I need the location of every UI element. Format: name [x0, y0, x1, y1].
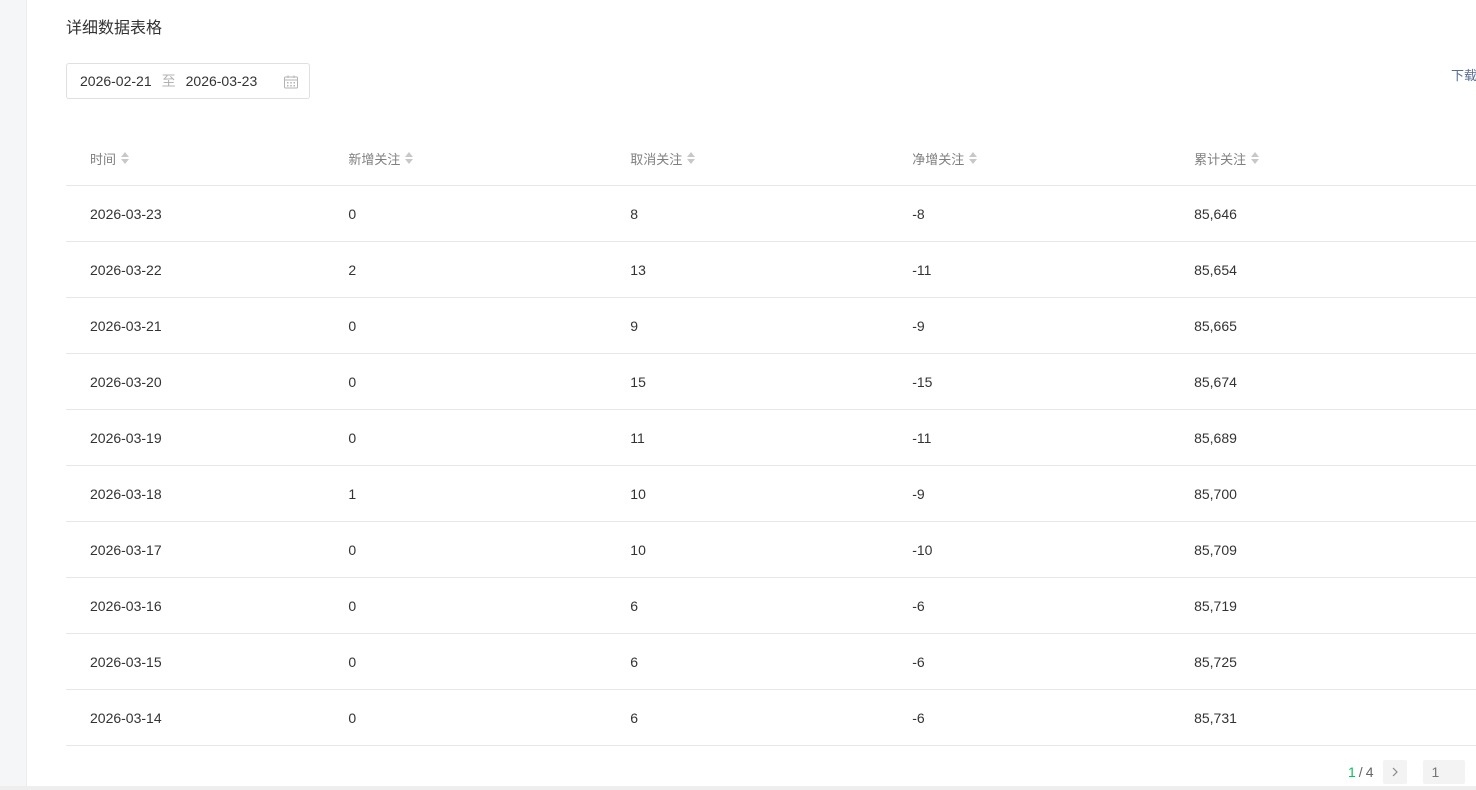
cell-new-follows: 0	[348, 541, 357, 558]
data-table: 时间 新增关注 取消关注 净增关注 累计关注 2026-03-23 0 8 -8…	[66, 131, 1476, 746]
date-range-picker[interactable]: 2026-02-21 至 2026-03-23	[66, 63, 310, 99]
cell-unfollows: 6	[630, 653, 639, 670]
table-row: 2026-03-22 2 13 -11 85,654	[66, 242, 1476, 298]
cell-total-follows: 85,719	[1194, 597, 1237, 614]
cell-date: 2026-03-15	[90, 653, 162, 670]
sort-icon[interactable]	[1250, 151, 1260, 165]
left-sidebar-edge	[0, 0, 27, 790]
table-row: 2026-03-17 0 10 -10 85,709	[66, 522, 1476, 578]
cell-date: 2026-03-23	[90, 205, 162, 222]
cell-new-follows: 0	[348, 373, 357, 390]
section-title: 详细数据表格	[66, 20, 163, 37]
table-row: 2026-03-20 0 15 -15 85,674	[66, 354, 1476, 410]
cell-total-follows: 85,725	[1194, 653, 1237, 670]
chevron-right-icon	[1393, 767, 1399, 777]
cell-unfollows: 10	[630, 485, 646, 502]
cell-unfollows: 8	[630, 205, 639, 222]
cell-unfollows: 15	[630, 373, 646, 390]
column-label: 时间	[90, 151, 117, 167]
cell-total-follows: 85,731	[1194, 709, 1237, 726]
column-header-total-follows[interactable]: 累计关注	[1194, 149, 1476, 168]
cell-date: 2026-03-22	[90, 261, 162, 278]
cell-net-follows: -9	[912, 485, 925, 502]
column-label: 新增关注	[348, 151, 401, 167]
table-row: 2026-03-18 1 10 -9 85,700	[66, 466, 1476, 522]
table-row: 2026-03-15 0 6 -6 85,725	[66, 634, 1476, 690]
next-page-button[interactable]	[1383, 760, 1408, 784]
calendar-icon[interactable]	[283, 74, 299, 90]
cell-net-follows: -6	[912, 597, 925, 614]
cell-new-follows: 2	[348, 261, 357, 278]
column-header-unfollows[interactable]: 取消关注	[630, 149, 912, 168]
cell-date: 2026-03-16	[90, 597, 162, 614]
sort-icon[interactable]	[968, 151, 978, 165]
total-pages: 4	[1365, 764, 1374, 780]
cell-net-follows: -6	[912, 653, 925, 670]
cell-total-follows: 85,674	[1194, 373, 1237, 390]
cell-net-follows: -8	[912, 205, 925, 222]
sort-icon[interactable]	[120, 151, 130, 165]
cell-new-follows: 0	[348, 205, 357, 222]
sort-icon[interactable]	[404, 151, 414, 165]
column-label: 累计关注	[1194, 151, 1247, 167]
page-jump-input[interactable]	[1423, 760, 1466, 784]
cell-date: 2026-03-19	[90, 429, 162, 446]
cell-new-follows: 0	[348, 317, 357, 334]
page-separator: /	[1358, 764, 1363, 780]
cell-net-follows: -11	[912, 429, 932, 446]
cell-total-follows: 85,646	[1194, 205, 1237, 222]
cell-unfollows: 6	[630, 709, 639, 726]
cell-total-follows: 85,700	[1194, 485, 1237, 502]
column-label: 取消关注	[630, 151, 683, 167]
cell-unfollows: 13	[630, 261, 646, 278]
bottom-edge	[0, 786, 1476, 790]
current-page: 1	[1348, 764, 1356, 780]
column-header-new-follows[interactable]: 新增关注	[348, 149, 630, 168]
table-row: 2026-03-14 0 6 -6 85,731	[66, 690, 1476, 746]
table-row: 2026-03-19 0 11 -11 85,689	[66, 410, 1476, 466]
cell-total-follows: 85,709	[1194, 541, 1237, 558]
cell-new-follows: 1	[348, 485, 357, 502]
cell-net-follows: -6	[912, 709, 925, 726]
cell-net-follows: -11	[912, 261, 932, 278]
cell-new-follows: 0	[348, 429, 357, 446]
cell-date: 2026-03-21	[90, 317, 162, 334]
pagination: 1 / 4	[1348, 760, 1466, 784]
cell-unfollows: 10	[630, 541, 646, 558]
cell-unfollows: 11	[630, 429, 645, 446]
date-start[interactable]: 2026-02-21	[80, 73, 152, 89]
table-row: 2026-03-16 0 6 -6 85,719	[66, 578, 1476, 634]
cell-new-follows: 0	[348, 709, 357, 726]
cell-net-follows: -10	[912, 541, 933, 558]
cell-net-follows: -15	[912, 373, 933, 390]
cell-total-follows: 85,689	[1194, 429, 1237, 446]
column-header-net-follows[interactable]: 净增关注	[912, 149, 1194, 168]
date-separator: 至	[161, 73, 176, 89]
cell-date: 2026-03-18	[90, 485, 162, 502]
cell-net-follows: -9	[912, 317, 925, 334]
cell-unfollows: 6	[630, 597, 639, 614]
cell-total-follows: 85,665	[1194, 317, 1237, 334]
cell-new-follows: 0	[348, 597, 357, 614]
column-header-time[interactable]: 时间	[66, 149, 348, 168]
cell-total-follows: 85,654	[1194, 261, 1237, 278]
column-label: 净增关注	[912, 151, 965, 167]
table-header: 时间 新增关注 取消关注 净增关注 累计关注	[66, 131, 1476, 186]
download-link[interactable]: 下载	[1451, 65, 1476, 84]
table-row: 2026-03-21 0 9 -9 85,665	[66, 298, 1476, 354]
cell-date: 2026-03-20	[90, 373, 162, 390]
cell-date: 2026-03-14	[90, 709, 162, 726]
date-end[interactable]: 2026-03-23	[186, 73, 258, 89]
cell-date: 2026-03-17	[90, 541, 162, 558]
sort-icon[interactable]	[686, 151, 696, 165]
table-row: 2026-03-23 0 8 -8 85,646	[66, 186, 1476, 242]
cell-new-follows: 0	[348, 653, 357, 670]
cell-unfollows: 9	[630, 317, 639, 334]
